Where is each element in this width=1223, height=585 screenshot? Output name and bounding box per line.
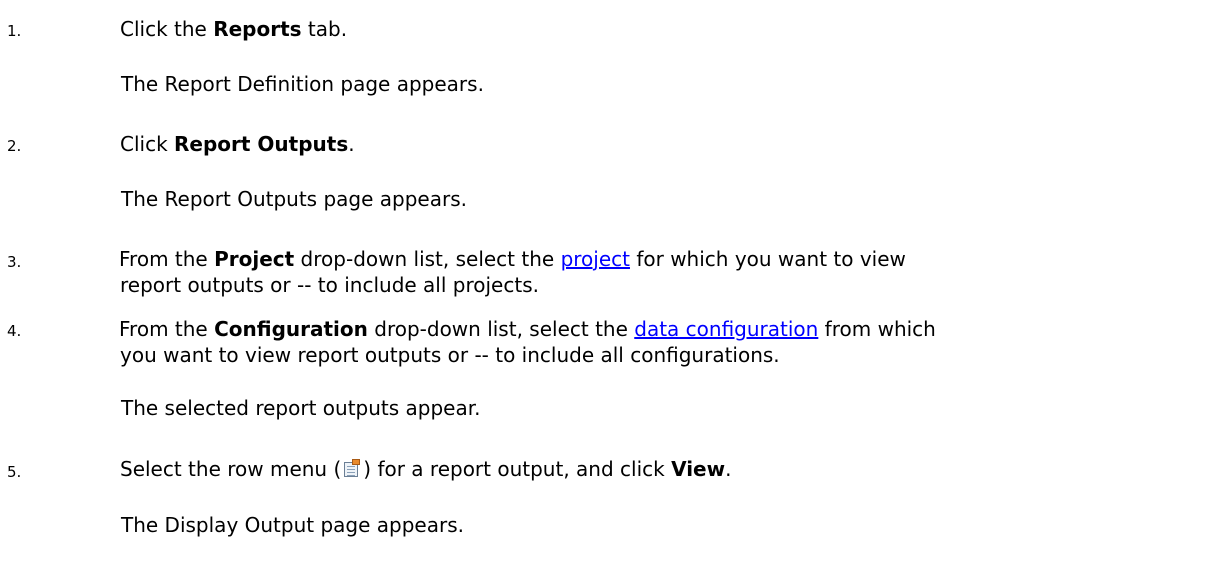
instruction-text: ) for a report output, and click [363, 457, 672, 481]
instruction-text: Click [120, 132, 175, 156]
ui-label-configuration: Configuration [214, 317, 368, 341]
instruction-text: Click the [120, 17, 214, 41]
instruction-text: . [348, 132, 355, 156]
step-instruction-continuation: report outputs or -- to include all proj… [120, 273, 539, 297]
step-number: 1. [7, 22, 22, 40]
instruction-text: for which you want to view [629, 247, 906, 271]
step-result: The Report Outputs page appears. [121, 187, 467, 211]
instruction-text: drop-down list, select the [367, 317, 635, 341]
instruction-text: From the [119, 317, 215, 341]
step-number: 5. [7, 463, 22, 481]
ui-label-view: View [671, 457, 726, 481]
step-instruction: Select the row menu ( ) for a report outp… [120, 456, 731, 482]
step-result: The selected report outputs appear. [121, 396, 481, 420]
ui-label-reports: Reports [213, 17, 302, 41]
instruction-text: tab. [301, 17, 348, 41]
step-result: The Report Definition page appears. [121, 72, 484, 96]
project-link[interactable]: project [561, 247, 630, 271]
instructions-page: 1. Click the Reports tab. The Report Def… [0, 0, 1223, 585]
data-configuration-link[interactable]: data configuration [634, 317, 818, 341]
step-instruction: Click the Reports tab. [120, 16, 347, 42]
instruction-text: From the [119, 247, 215, 271]
instruction-text: . [725, 457, 732, 481]
step-number: 2. [7, 137, 22, 155]
step-instruction: From the Project drop-down list, select … [119, 246, 906, 272]
step-instruction: From the Configuration drop-down list, s… [119, 316, 936, 342]
step-result: The Display Output page appears. [121, 513, 464, 537]
instruction-text: drop-down list, select the [294, 247, 561, 271]
ui-label-report-outputs: Report Outputs [174, 132, 349, 156]
step-instruction: Click Report Outputs. [120, 131, 355, 157]
ui-label-project: Project [214, 247, 295, 271]
instruction-text: Select the row menu ( [120, 457, 342, 481]
row-menu-icon [342, 459, 362, 479]
step-number: 4. [7, 322, 22, 340]
instruction-text: from which [818, 317, 936, 341]
step-number: 3. [7, 253, 22, 271]
step-instruction-continuation: you want to view report outputs or -- to… [120, 343, 780, 367]
